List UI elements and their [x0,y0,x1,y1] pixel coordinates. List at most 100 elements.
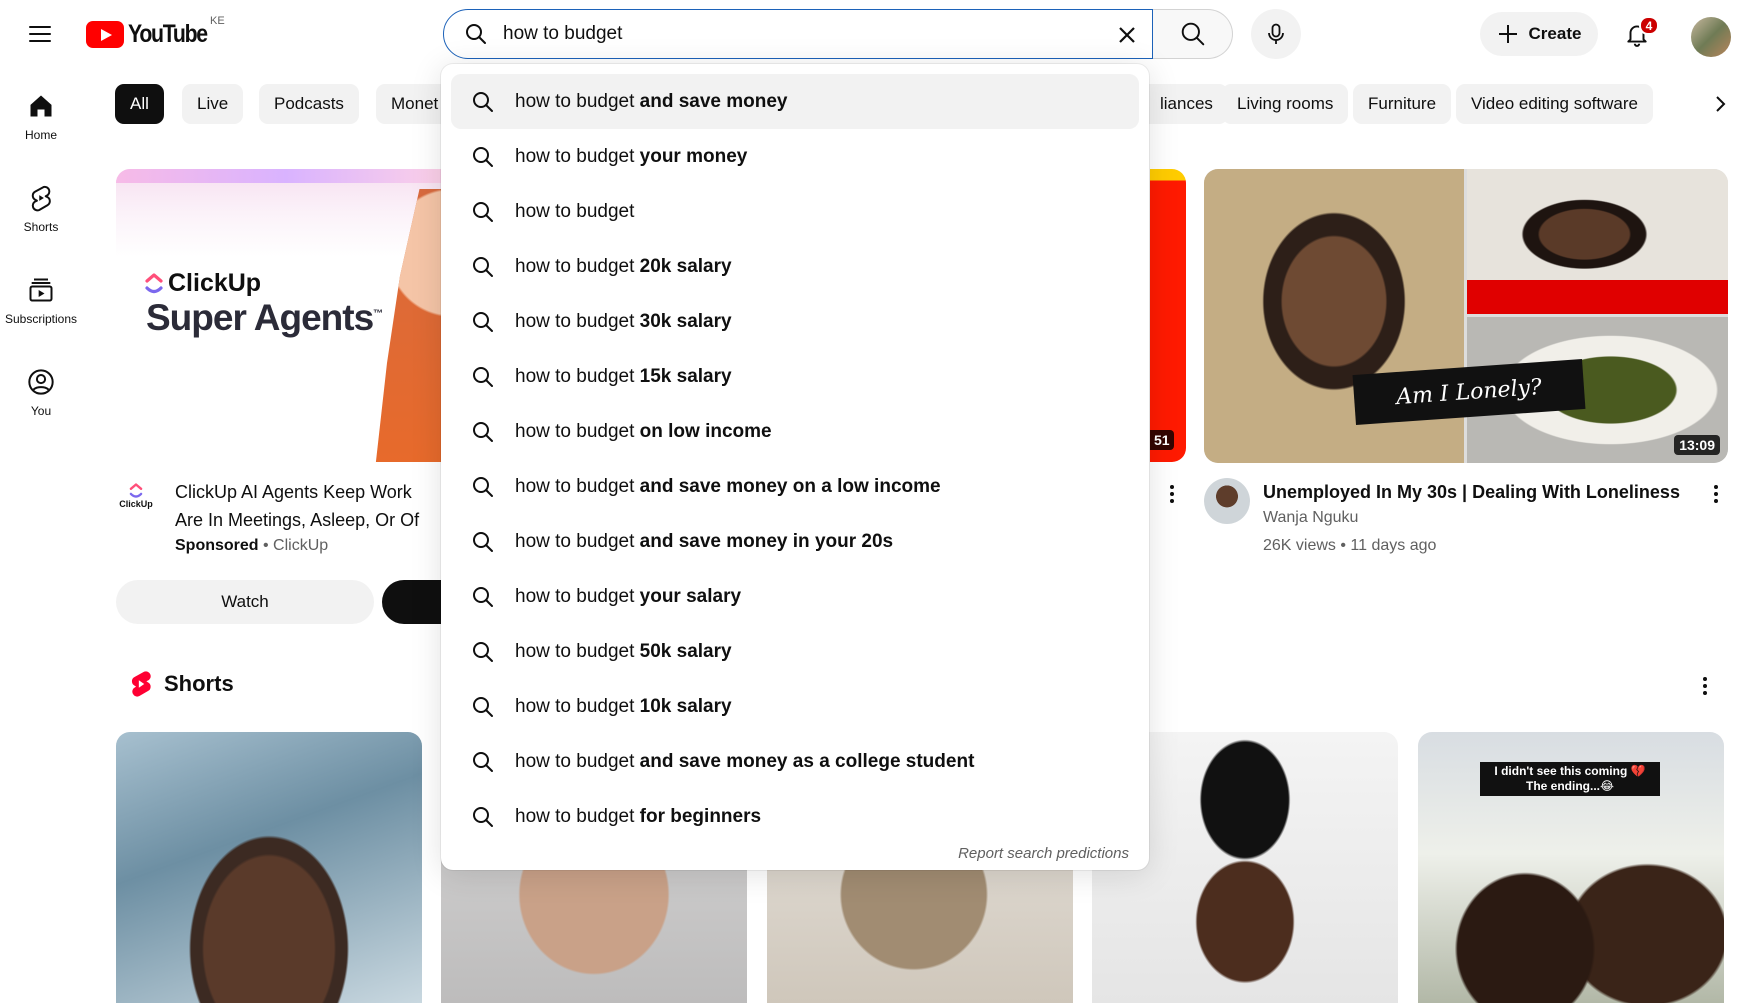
search-button[interactable] [1153,9,1233,59]
suggestion-item[interactable]: how to budget 50k salary [451,624,1139,679]
chip-furniture[interactable]: Furniture [1353,84,1452,124]
suggestion-item[interactable]: how to budget your money [451,129,1139,184]
suggestion-completion: 50k salary [634,640,732,662]
youtube-logo[interactable]: YouTube [86,20,221,49]
search-icon [473,256,493,277]
short-thumbnail[interactable] [116,732,422,1003]
ad-title-line: ClickUp AI Agents Keep Work [175,482,412,502]
ad-title[interactable]: ClickUp AI Agents Keep Work Are In Meeti… [175,478,456,534]
channel-avatar[interactable] [1204,478,1250,524]
suggestion-query: how to budget [515,805,635,827]
short-thumbnail[interactable]: I didn't see this coming 💔 The ending...… [1418,732,1724,1003]
report-predictions-link[interactable]: Report search predictions [958,845,1129,862]
suggestion-item[interactable]: how to budget on low income [451,404,1139,459]
suggestion-item[interactable]: how to budget and save money as a colleg… [451,734,1139,789]
logo-text: YouTube [128,20,208,48]
search-icon [473,476,493,497]
suggestion-text: how to budget your money [515,146,747,168]
chip-appliances[interactable]: liances [1145,84,1228,124]
suggestion-query: how to budget [515,420,635,442]
chip-podcasts[interactable]: Podcasts [259,84,359,124]
video-details: Unemployed In My 30s | Dealing With Lone… [1204,478,1728,568]
ad-brand-text: ClickUp [168,269,262,297]
create-button[interactable]: Create [1480,12,1598,56]
voice-search-button[interactable] [1251,9,1301,59]
more-options-icon[interactable] [1693,674,1717,698]
suggestion-item[interactable]: how to budget and save money [451,74,1139,129]
suggestion-item[interactable]: how to budget 15k salary [451,349,1139,404]
suggestion-text: how to budget and save money on a low in… [515,476,941,498]
sidebar-item-subscriptions[interactable]: Subscriptions [0,268,82,360]
search-box[interactable] [443,9,1153,59]
search-icon [473,201,493,222]
sidebar-item-label: Subscriptions [4,312,78,326]
suggestion-query: how to budget [515,365,635,387]
chip-living-rooms[interactable]: Living rooms [1222,84,1349,124]
ad-channel-logo[interactable]: ClickUp [116,483,156,523]
plus-icon [1498,25,1517,43]
sidebar-item-shorts[interactable]: Shorts [0,176,82,268]
account-avatar[interactable] [1691,17,1731,57]
suggestion-query: how to budget [515,475,635,497]
sidebar-item-label: Shorts [23,220,59,234]
suggestion-item[interactable]: how to budget 10k salary [451,679,1139,734]
suggestion-completion: 30k salary [634,310,732,332]
suggestion-completion: 15k salary [634,365,732,387]
watch-button[interactable]: Watch [116,580,374,624]
sidebar-item-home[interactable]: Home [0,84,82,176]
menu-icon[interactable] [20,14,60,54]
chip-video-editing-software[interactable]: Video editing software [1456,84,1653,124]
suggestion-text: how to budget [515,201,634,223]
search-icon [473,146,493,167]
sidebar-item-label: You [30,404,52,418]
chip-live[interactable]: Live [182,84,244,124]
shorts-section-header: Shorts [128,670,234,698]
suggestion-item[interactable]: how to budget your salary [451,569,1139,624]
search-suggestions: how to budget and save money how to budge… [441,64,1149,870]
suggestion-item[interactable]: how to budget for beginners [451,789,1139,844]
video-thumbnail[interactable]: Am I Lonely? 13:09 [1204,169,1728,463]
video-title[interactable]: Unemployed In My 30s | Dealing With Lone… [1263,478,1680,506]
search-icon [1181,22,1204,46]
search-input[interactable] [503,23,1083,45]
suggestion-item[interactable]: how to budget and save money in your 20s [451,514,1139,569]
notification-badge: 4 [1639,16,1659,35]
more-options-icon[interactable] [1160,482,1184,506]
country-code: KE [210,15,225,27]
video-metadata: 26K views • 11 days ago [1263,537,1437,554]
video-duration: 51 [1150,430,1174,450]
you-icon [28,369,54,395]
search-icon [473,696,493,717]
suggestion-completion: 10k salary [634,695,732,717]
search-icon [466,24,486,44]
top-bar: YouTube KE Create 4 [0,0,1755,64]
suggestion-text: how to budget and save money in your 20s [515,531,893,553]
clickup-mark-icon [145,272,163,293]
short-caption: I didn't see this coming 💔 The ending...… [1480,762,1660,796]
search-icon [473,91,493,112]
ad-thumbnail[interactable]: ClickUp Super Agents™ [116,169,456,462]
chip-all[interactable]: All [115,84,164,124]
advertiser-name: • ClickUp [258,537,329,554]
chips-next-button[interactable] [1700,84,1740,124]
video-duration: 13:09 [1674,435,1720,455]
suggestion-item[interactable]: how to budget 20k salary [451,239,1139,294]
video-thumbnail[interactable] [1150,169,1186,462]
sidebar-item-you[interactable]: You [0,360,82,452]
shorts-icon [31,185,51,212]
suggestion-item[interactable]: how to budget 30k salary [451,294,1139,349]
clear-search-icon[interactable] [1112,20,1142,50]
subscriptions-icon [29,278,53,302]
ad-headline: Super Agents™ [146,297,383,339]
notifications-button[interactable]: 4 [1617,14,1659,54]
suggestion-item[interactable]: how to budget and save money on a low in… [451,459,1139,514]
more-options-icon[interactable] [1704,482,1728,506]
suggestion-completion: on low income [634,420,772,442]
sidebar-item-label: Home [24,128,57,142]
ad-headline-text: Super Agents [146,297,374,338]
suggestion-completion: and save money on a low income [634,475,941,497]
suggestion-query: how to budget [515,585,635,607]
channel-name[interactable]: Wanja Nguku [1263,509,1358,527]
suggestion-item[interactable]: how to budget [451,184,1139,239]
suggestion-text: how to budget 10k salary [515,696,732,718]
